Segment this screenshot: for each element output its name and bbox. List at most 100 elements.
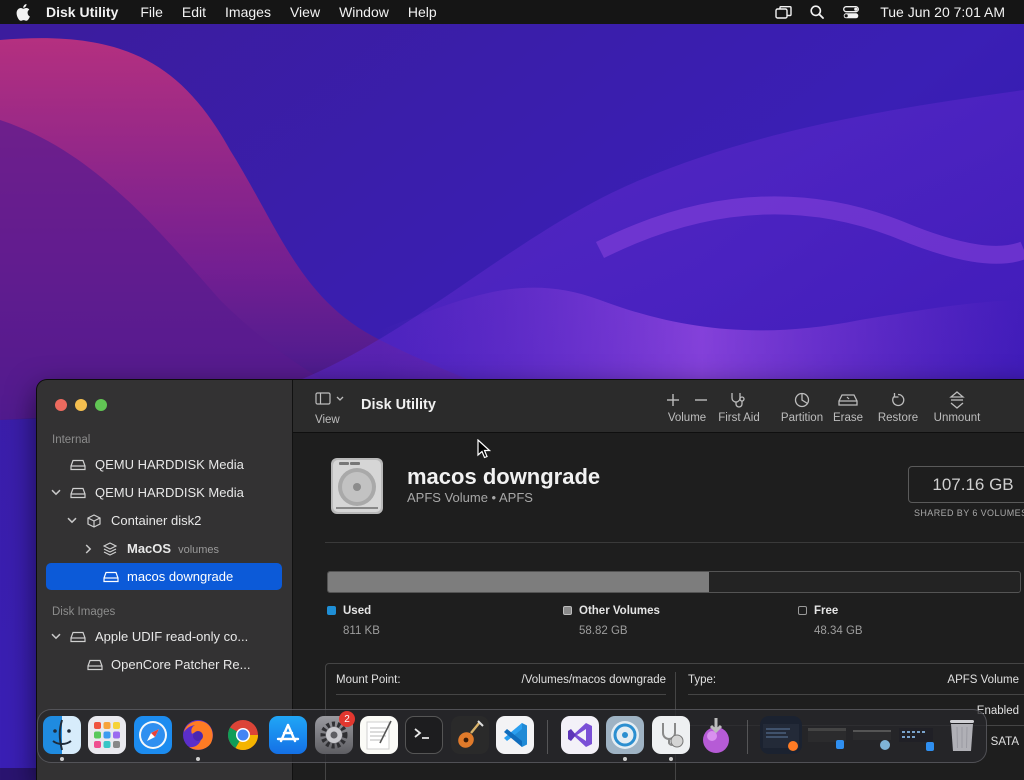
shared-volumes-label: SHARED BY 6 VOLUMES [914,508,1024,518]
window-thumbnail-icon [899,728,934,751]
volume-stack-icon [103,541,119,556]
safari-compass-icon [139,721,167,749]
free-swatch [798,606,807,615]
volume-disk-icon [103,571,119,583]
volume-button[interactable]: Volume [659,390,715,430]
stethoscope-icon [731,393,745,408]
zoom-window-button[interactable] [95,399,107,411]
dock-minimized-window-2[interactable] [806,716,848,754]
chevron-down-icon[interactable] [51,632,61,642]
volume-subtitle: APFS Volume • APFS [407,490,533,505]
sidebar-item-container-disk2[interactable]: Container disk2 [46,507,282,534]
running-indicator [60,757,64,761]
dock-chrome[interactable] [224,716,262,754]
partition-label: Partition [780,412,824,424]
legend-name: Free [814,605,839,617]
restore-label: Restore [877,412,919,424]
window-thumbnail-icon [808,728,846,749]
menu-file[interactable]: File [140,4,163,20]
view-label: View [315,414,340,426]
dock-garageband[interactable] [451,716,489,754]
sidebar-item-macos[interactable]: MacOS volumes [46,535,282,562]
erase-button[interactable]: Erase [831,390,865,430]
unmount-button[interactable]: Unmount [930,390,984,430]
dock-safari[interactable] [134,716,172,754]
minimize-window-button[interactable] [75,399,87,411]
dock-minimized-window-3[interactable] [851,716,893,754]
dock-separator [547,720,548,754]
other-volumes-swatch [563,606,572,615]
restore-arrow-icon [892,393,905,407]
dock-minimized-window-1[interactable] [760,716,802,754]
sidebar-item-opencore-patcher[interactable]: OpenCore Patcher Re... [46,651,282,678]
partition-button[interactable]: Partition [774,390,830,430]
dock-disk-utility[interactable] [606,716,644,754]
restore-button[interactable]: Restore [876,390,920,430]
menu-help[interactable]: Help [408,4,437,20]
search-icon[interactable] [808,5,826,19]
finder-icon [52,719,72,751]
textedit-icon [366,720,392,750]
type-value: APFS Volume [947,674,1019,686]
menu-app-name[interactable]: Disk Utility [46,4,118,20]
terminal-icon [414,728,429,739]
legend-value: 48.34 GB [814,625,863,637]
menu-edit[interactable]: Edit [182,4,206,20]
menubar-clock[interactable]: Tue Jun 20 7:01 AM [880,4,1005,20]
add-volume-icon[interactable] [666,393,680,407]
dock-installer[interactable] [697,716,735,754]
running-indicator [669,757,673,761]
dock-trash[interactable] [943,716,981,754]
menu-view[interactable]: View [290,4,320,20]
remove-volume-icon[interactable] [694,393,708,407]
running-indicator [196,757,200,761]
sidebar-item-label: macos downgrade [127,569,234,584]
sidebar-item-qemu-disk-2[interactable]: QEMU HARDDISK Media [46,479,282,506]
eject-icon [949,391,965,409]
row-divider [336,694,666,695]
chevron-right-icon[interactable] [83,543,93,554]
close-window-button[interactable] [55,399,67,411]
section-label-internal: Internal [52,434,91,446]
dock-vscode[interactable] [496,716,534,754]
dock-textedit[interactable] [360,716,398,754]
used-swatch [327,606,336,615]
dock-launchpad[interactable] [88,716,126,754]
menu-window[interactable]: Window [339,4,389,20]
visual-studio-icon [568,723,592,747]
dock-separator [747,720,748,754]
vscode-icon [504,723,527,747]
legend-name: Other Volumes [579,605,660,617]
sidebar-item-label: QEMU HARDDISK Media [95,485,244,500]
window-controls [55,399,107,411]
sidebar-item-qemu-disk-1[interactable]: QEMU HARDDISK Media [46,451,282,478]
dock-firefox[interactable] [179,716,217,754]
unmount-label: Unmount [933,412,981,424]
running-indicator [623,757,627,761]
window-title: Disk Utility [361,397,436,413]
menu-images[interactable]: Images [225,4,271,20]
sidebar-item-apple-udif[interactable]: Apple UDIF read-only co... [46,623,282,650]
dock-migration-assistant[interactable] [652,716,690,754]
capacity-box: 107.16 GB [908,466,1024,503]
internal-disk-icon [70,459,86,471]
apple-menu-icon[interactable] [16,3,34,21]
control-center-icon[interactable] [842,5,860,19]
type-label: Type: [688,674,717,686]
view-button[interactable]: View [315,392,349,426]
first-aid-button[interactable]: First Aid [715,390,763,430]
disk-image-icon [87,659,103,671]
dock-minimized-window-4[interactable] [896,716,938,754]
mouse-cursor [477,439,491,459]
menu-bar: Disk Utility File Edit Images View Windo… [0,0,1024,24]
dock-visual-studio[interactable] [561,716,599,754]
sidebar-item-macos-downgrade[interactable]: macos downgrade [46,563,282,590]
toolbar: View Disk Utility Volume First Aid Parti… [293,380,1024,433]
chevron-down-icon[interactable] [67,516,77,526]
dock-finder[interactable] [43,716,81,754]
chevron-down-icon[interactable] [51,488,61,498]
window-thumbnail-icon [853,730,891,750]
dock-app-store[interactable] [269,716,307,754]
dock-terminal[interactable] [405,716,443,754]
screen-mirroring-icon[interactable] [774,5,792,19]
